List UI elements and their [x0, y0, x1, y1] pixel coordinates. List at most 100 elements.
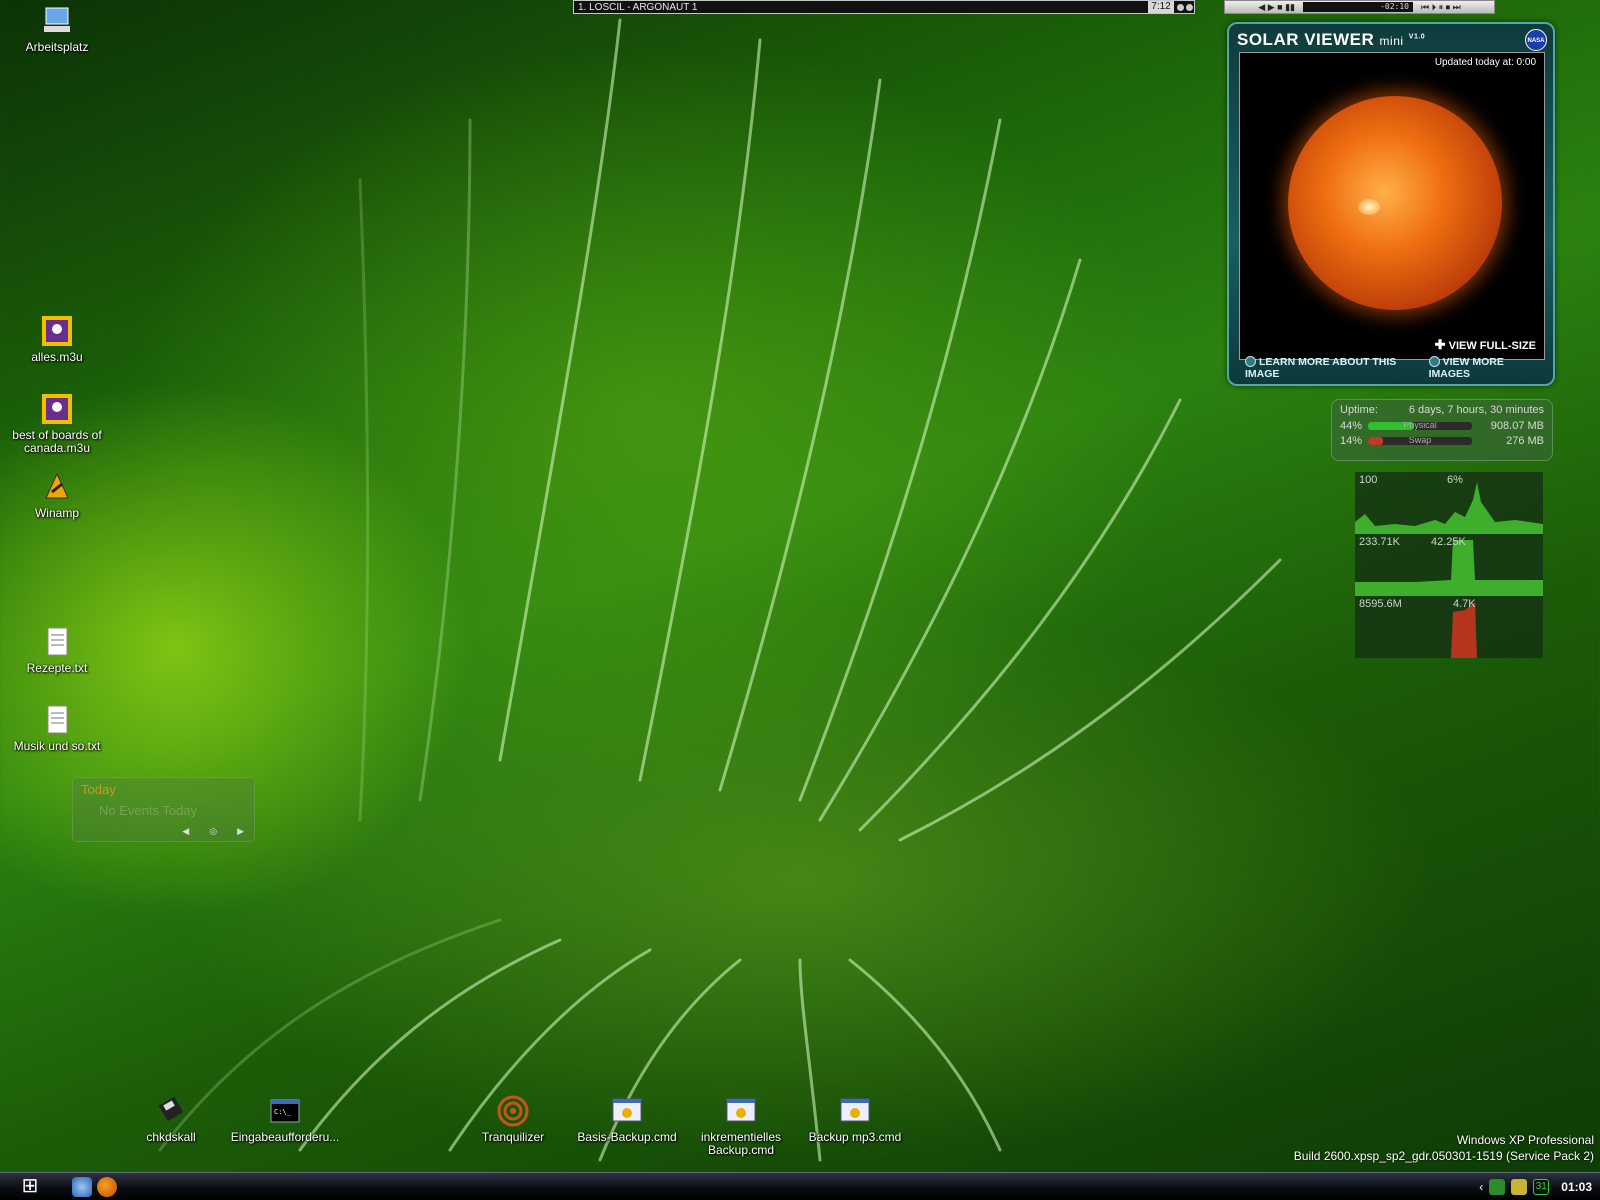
batch-file-icon — [838, 1094, 872, 1128]
view-full-size-button[interactable]: ✚ VIEW FULL-SIZE — [1435, 337, 1536, 353]
desktop-icon-tranquilizer[interactable]: Tranquilizer — [458, 1094, 568, 1144]
winamp-icon — [40, 470, 74, 504]
os-build: Build 2600.xpsp_sp2_gdr.050301-1519 (Ser… — [1293, 1149, 1594, 1163]
physical-label: Physical — [1403, 422, 1437, 430]
desktop-icon-alles-m3u[interactable]: alles.m3u — [2, 314, 112, 364]
view-more-images-link[interactable]: VIEW MORE IMAGES — [1428, 356, 1545, 380]
calendar-gadget: Today No Events Today ◀ ◎ ▶ — [72, 777, 255, 842]
start-button[interactable]: ⊞ — [16, 1174, 44, 1199]
solar-image[interactable]: Updated today at: 0:00 ✚ VIEW FULL-SIZE — [1239, 52, 1545, 360]
chevron-right-icon[interactable]: ▶ — [237, 826, 244, 837]
winamp-mini-player[interactable]: ◀ ▶ ■ ▮▮ -02:10 ⏮ ⏵ ⏸ ⏹ ⏭ — [1224, 0, 1495, 14]
windows-logo-icon: ⊞ — [21, 1175, 39, 1197]
desktop-icon-backup-mp3[interactable]: Backup mp3.cmd — [800, 1094, 910, 1144]
arrow-right-icon — [1245, 356, 1256, 367]
sun-flare — [1358, 199, 1380, 215]
cpu-current-label: 6% — [1447, 474, 1463, 486]
desktop-icon-label: Basis-Backup.cmd — [577, 1130, 677, 1144]
sun-image — [1288, 96, 1502, 310]
winamp-window-controls[interactable] — [1174, 3, 1194, 11]
desktop-icon-musik-und-so[interactable]: Musik und so.txt — [2, 703, 112, 753]
tray-calendar-icon[interactable]: 31 — [1533, 1179, 1550, 1195]
text-file-icon — [40, 625, 74, 659]
desktop-icon-inkrementielles-backup[interactable]: inkrementielles Backup.cmd — [686, 1094, 796, 1157]
desktop-icon-winamp[interactable]: Winamp — [2, 470, 112, 520]
plus-icon: ✚ — [1434, 337, 1446, 352]
winamp-mini-controls[interactable]: ◀ ▶ ■ ▮▮ — [1258, 2, 1295, 13]
cmd-icon: C:\_ — [268, 1094, 302, 1128]
svg-text:C:\_: C:\_ — [274, 1108, 292, 1116]
desktop-icon-arbeitsplatz[interactable]: Arbeitsplatz — [2, 4, 112, 54]
desktop-icon-label: Tranquilizer — [481, 1130, 545, 1144]
physical-memory-bar: Physical — [1368, 422, 1472, 430]
batch-file-icon — [724, 1094, 758, 1128]
tray-network-icon[interactable] — [1489, 1179, 1506, 1195]
playlist-icon — [40, 314, 74, 348]
calendar-no-events: No Events Today — [99, 803, 198, 818]
system-tray: ‹ 31 01:03 — [1479, 1173, 1600, 1200]
physical-memory-row: 44% Physical 908.07 MB — [1340, 419, 1544, 433]
quicklaunch-firefox-icon[interactable] — [97, 1177, 117, 1197]
winamp-mini-display: -02:10 — [1302, 2, 1413, 12]
desktop-icon-boards-of-canada[interactable]: best of boards of canada.m3u — [2, 392, 112, 455]
desktop-icon-eingabeaufforderung[interactable]: C:\_ Eingabeaufforderu... — [230, 1094, 340, 1144]
desktop-icon-label: Rezepte.txt — [26, 661, 88, 675]
desktop-icon-label: chkdskall — [146, 1130, 196, 1144]
batch-file-icon — [610, 1094, 644, 1128]
physical-value: 908.07 MB — [1490, 420, 1544, 432]
taskbar-clock[interactable]: 01:03 — [1561, 1180, 1592, 1194]
desktop-icon-label: Eingabeaufforderu... — [230, 1130, 340, 1144]
uptime-value: 6 days, 7 hours, 30 minutes — [1408, 404, 1544, 416]
learn-more-link[interactable]: LEARN MORE ABOUT THIS IMAGE — [1245, 356, 1429, 380]
cpu-max-label: 100 — [1359, 474, 1378, 486]
solar-viewer-title-text: SOLAR VIEWER — [1237, 30, 1375, 49]
uptime-label: Uptime: — [1340, 404, 1378, 416]
solar-viewer-title: SOLAR VIEWER mini V1.0 — [1237, 30, 1425, 50]
swap-memory-row: 14% Swap 276 MB — [1340, 434, 1544, 448]
solar-updated-text: Updated today at: 0:00 — [1434, 57, 1536, 68]
network-max-label: 233.71K — [1359, 536, 1400, 548]
winamp-mini-transport-icon[interactable]: ⏮ ⏵ ⏸ ⏹ ⏭ — [1421, 2, 1461, 13]
playlist-icon — [40, 392, 74, 426]
chevron-left-icon[interactable]: ‹ — [1479, 1180, 1483, 1194]
desktop-icon-label: inkrementielles Backup.cmd — [700, 1130, 782, 1157]
os-name: Windows XP Professional — [1456, 1133, 1594, 1147]
calendar-today-title: Today — [81, 782, 116, 797]
os-version-watermark: Windows XP Professional Build 2600.xpsp_… — [1294, 1132, 1594, 1164]
winamp-playlist-bar[interactable]: 1. LOSCIL - ARGONAUT 1 7:12 — [573, 0, 1195, 14]
minimize-icon[interactable] — [1177, 3, 1184, 11]
arrow-right-icon — [1428, 356, 1440, 367]
desktop-icon-basis-backup[interactable]: Basis-Backup.cmd — [572, 1094, 682, 1144]
cpu-graph: 100 6% — [1355, 472, 1543, 534]
swap-percent: 14% — [1340, 435, 1363, 447]
disk-shortcut-icon — [154, 1094, 188, 1128]
learn-more-label: LEARN MORE ABOUT THIS IMAGE — [1245, 356, 1397, 380]
tray-app-icon[interactable] — [1511, 1179, 1528, 1195]
desktop-icon-label: Arbeitsplatz — [25, 40, 89, 54]
system-monitor-gadget: Uptime: 6 days, 7 hours, 30 minutes 44% … — [1331, 399, 1553, 461]
solar-viewer-gadget: SOLAR VIEWER mini V1.0 NASA Updated toda… — [1227, 22, 1555, 386]
settings-icon[interactable]: ◎ — [209, 826, 217, 837]
chevron-left-icon[interactable]: ◀ — [182, 826, 189, 837]
desktop-icon-label: alles.m3u — [31, 350, 83, 364]
swap-label: Swap — [1408, 437, 1432, 445]
desktop-icon-label: Musik und so.txt — [13, 739, 101, 753]
winamp-track-time: 7:12 — [1148, 1, 1174, 13]
desktop-icon-rezepte[interactable]: Rezepte.txt — [2, 625, 112, 675]
tray-day-number: 31 — [1535, 1181, 1547, 1192]
solar-viewer-title-suffix: mini — [1379, 34, 1404, 48]
solar-viewer-version: V1.0 — [1408, 33, 1426, 41]
desktop-icon-chkdskall[interactable]: chkdskall — [116, 1094, 226, 1144]
taskbar: ⊞ ‹ 31 01:03 — [0, 1172, 1600, 1200]
physical-percent: 44% — [1340, 420, 1363, 432]
calendar-nav: ◀ ◎ ▶ — [182, 826, 244, 837]
quicklaunch-ie-icon[interactable] — [72, 1177, 92, 1197]
close-icon[interactable] — [1186, 3, 1193, 11]
nasa-logo-icon: NASA — [1525, 29, 1547, 51]
swap-value: 276 MB — [1506, 435, 1544, 447]
disk-current-label: 4.7K — [1453, 598, 1476, 610]
network-current-label: 42.25K — [1431, 536, 1466, 548]
text-file-icon — [40, 703, 74, 737]
performance-graphs-gadget: 100 6% 233.71K 42.25K 8595.6M 4.7K — [1355, 472, 1543, 658]
disk-graph: 8595.6M 4.7K — [1355, 596, 1543, 658]
